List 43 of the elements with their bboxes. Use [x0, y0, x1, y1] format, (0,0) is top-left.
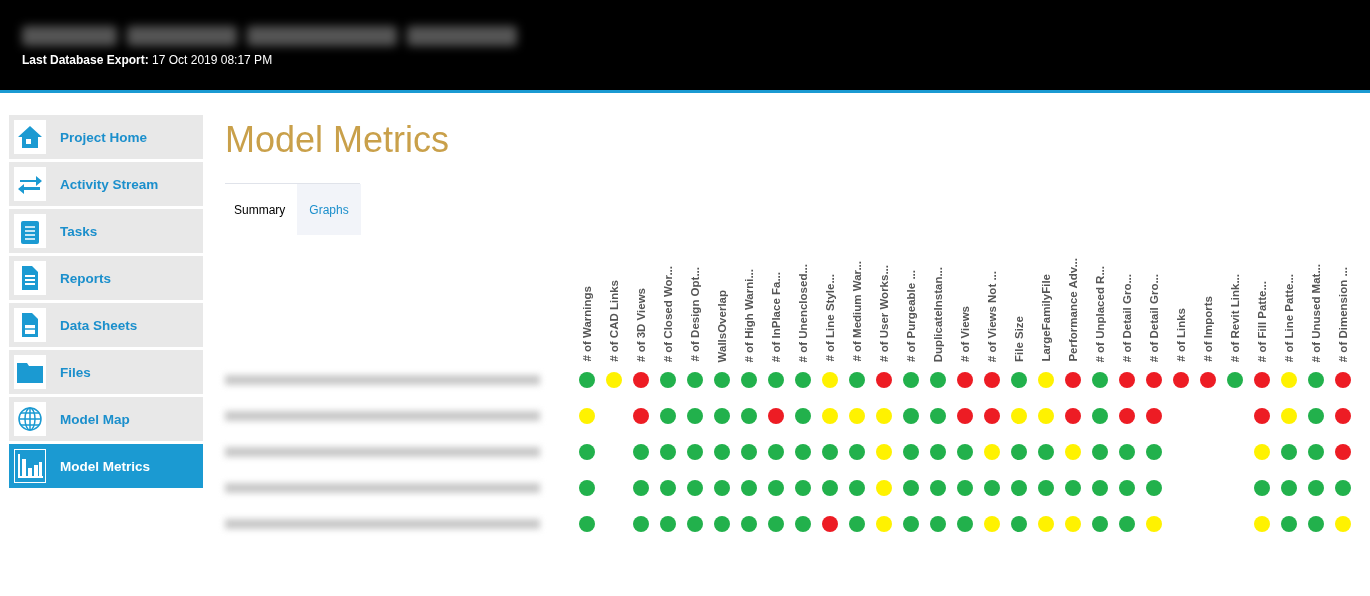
home-icon	[16, 123, 44, 151]
column-header: # of Fill Patte...	[1255, 280, 1268, 362]
column-header: # of User Works...	[877, 265, 890, 362]
sidebar-item[interactable]: Model Metrics	[9, 444, 203, 488]
column-header: # of InPlace Fa...	[769, 271, 782, 362]
column-header: # of Unenclosed...	[796, 263, 809, 362]
column-header: # of Purgeable ...	[904, 269, 917, 362]
sidebar-item[interactable]: Files	[9, 350, 203, 394]
sidebar-item[interactable]: Data Sheets	[9, 303, 203, 347]
page-title: Model Metrics	[225, 119, 451, 161]
column-header: # of Views Not ...	[985, 270, 998, 362]
column-header: # of Links	[1174, 308, 1187, 362]
column-header: # of Closed Wor...	[661, 265, 674, 362]
column-header: WallsOverlap	[715, 289, 728, 362]
column-header: # of Design Opt...	[688, 267, 701, 362]
column-header: LargeFamilyFile	[1039, 274, 1052, 362]
column-header: # of Revit Link...	[1228, 273, 1241, 362]
column-header: DuplicateInstan...	[931, 266, 944, 362]
column-header: # of Unplaced R...	[1093, 265, 1106, 362]
last-export-text: Last Database Export: 17 Oct 2019 08:17 PM	[22, 53, 274, 67]
column-header: # of Unused Mat...	[1309, 263, 1322, 362]
tab[interactable]: Graphs	[297, 184, 361, 235]
column-header: # of Detail Gro...	[1147, 273, 1160, 362]
column-header: Performance Adv...	[1066, 258, 1079, 362]
column-header: # of High Warni...	[742, 268, 755, 362]
sidebar-item[interactable]: Reports	[9, 256, 203, 300]
column-header: # of Line Patte...	[1282, 273, 1295, 362]
column-header: # of CAD Links	[607, 280, 620, 362]
column-header: # of Dimension ...	[1336, 266, 1349, 362]
column-header: # of Imports	[1201, 296, 1214, 362]
column-header: # of Line Style...	[823, 274, 836, 362]
column-header: # of Views	[958, 305, 971, 362]
sidebar-item[interactable]: Activity Stream	[9, 162, 203, 206]
column-header: # of 3D Views	[634, 288, 647, 362]
column-header: # of Medium War...	[850, 261, 863, 362]
sidebar-item[interactable]: Tasks	[9, 209, 203, 253]
sidebar-item[interactable]: Project Home	[9, 115, 203, 159]
column-header: # of Detail Gro...	[1120, 273, 1133, 362]
column-header: # of Warnings	[580, 286, 593, 362]
globe-icon	[16, 405, 44, 433]
bar-chart-icon	[16, 452, 44, 480]
sidebar-item[interactable]: Model Map	[9, 397, 203, 441]
column-header: File Size	[1012, 315, 1025, 362]
